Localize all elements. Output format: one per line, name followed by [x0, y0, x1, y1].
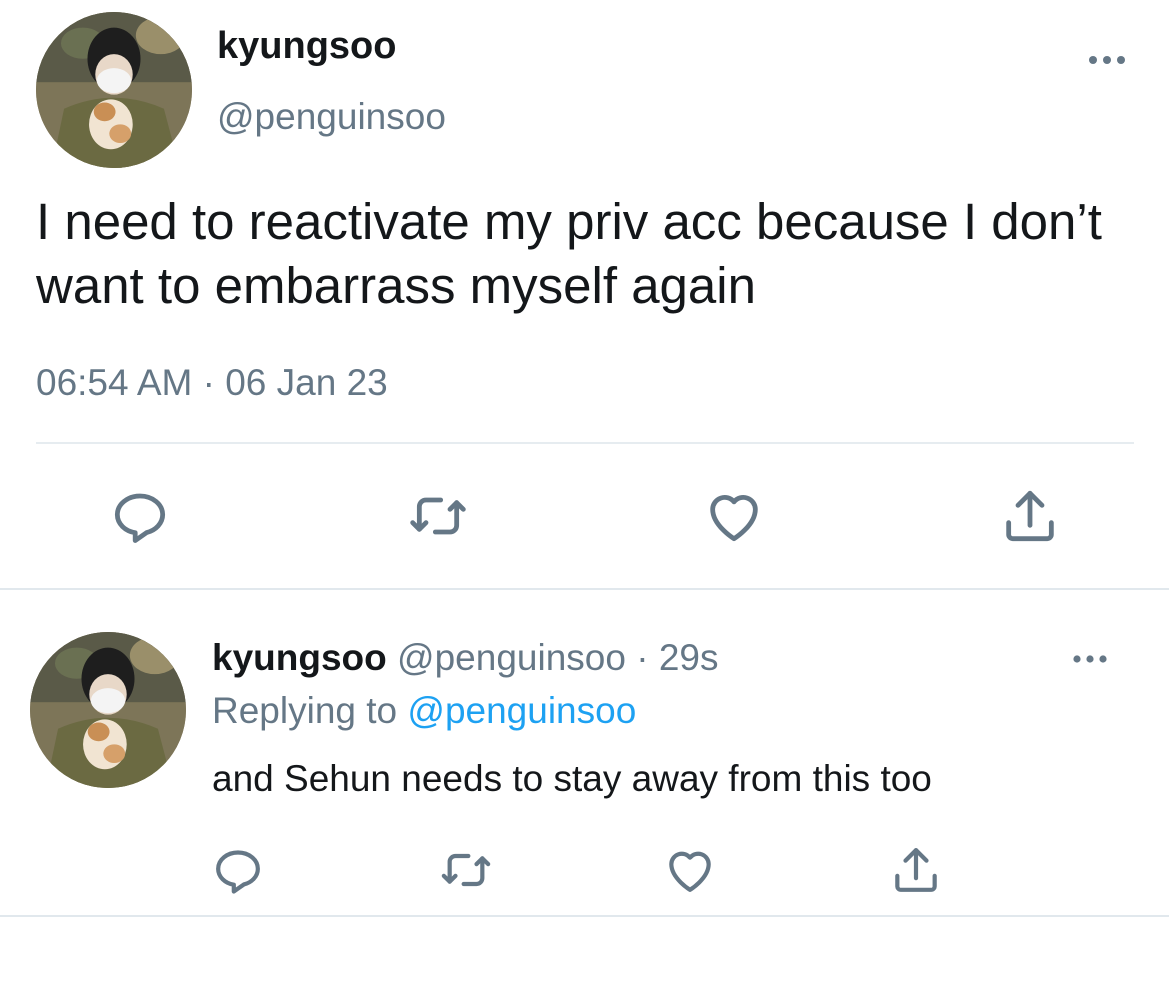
- tweet-text: and Sehun needs to stay away from this t…: [212, 758, 932, 799]
- tweet-text: I need to reactivate my priv acc because…: [36, 193, 1102, 314]
- profile-photo: [30, 632, 186, 788]
- reply-icon[interactable]: [108, 484, 172, 548]
- user-handle[interactable]: @penguinsoo: [217, 94, 446, 140]
- separator-dot: ·: [636, 637, 649, 678]
- reply-icon[interactable]: [210, 842, 266, 898]
- more-options-icon[interactable]: [1070, 646, 1110, 672]
- replying-to-label: Replying to: [212, 690, 398, 731]
- profile-photo: [36, 12, 192, 168]
- mention-link[interactable]: @penguinsoo: [407, 690, 636, 731]
- like-icon[interactable]: [662, 842, 718, 898]
- user-handle[interactable]: @penguinsoo: [397, 637, 626, 678]
- divider: [36, 442, 1134, 444]
- display-name[interactable]: kyungsoo: [217, 22, 396, 70]
- share-icon[interactable]: [888, 842, 944, 898]
- display-name[interactable]: kyungsoo: [212, 637, 387, 678]
- reply-header: kyungsoo @penguinsoo · 29s: [212, 634, 718, 682]
- retweet-icon[interactable]: [438, 842, 494, 898]
- replying-to: Replying to @penguinsoo: [212, 688, 636, 734]
- tweet-time[interactable]: 29s: [659, 637, 719, 678]
- avatar[interactable]: [30, 632, 186, 788]
- avatar[interactable]: [36, 12, 192, 168]
- divider: [0, 915, 1169, 917]
- tweet-timestamp[interactable]: 06:54 AM · 06 Jan 23: [36, 360, 388, 406]
- more-options-icon[interactable]: [1085, 46, 1129, 74]
- divider: [0, 588, 1169, 590]
- retweet-icon[interactable]: [406, 484, 470, 548]
- like-icon[interactable]: [702, 484, 766, 548]
- share-icon[interactable]: [998, 484, 1062, 548]
